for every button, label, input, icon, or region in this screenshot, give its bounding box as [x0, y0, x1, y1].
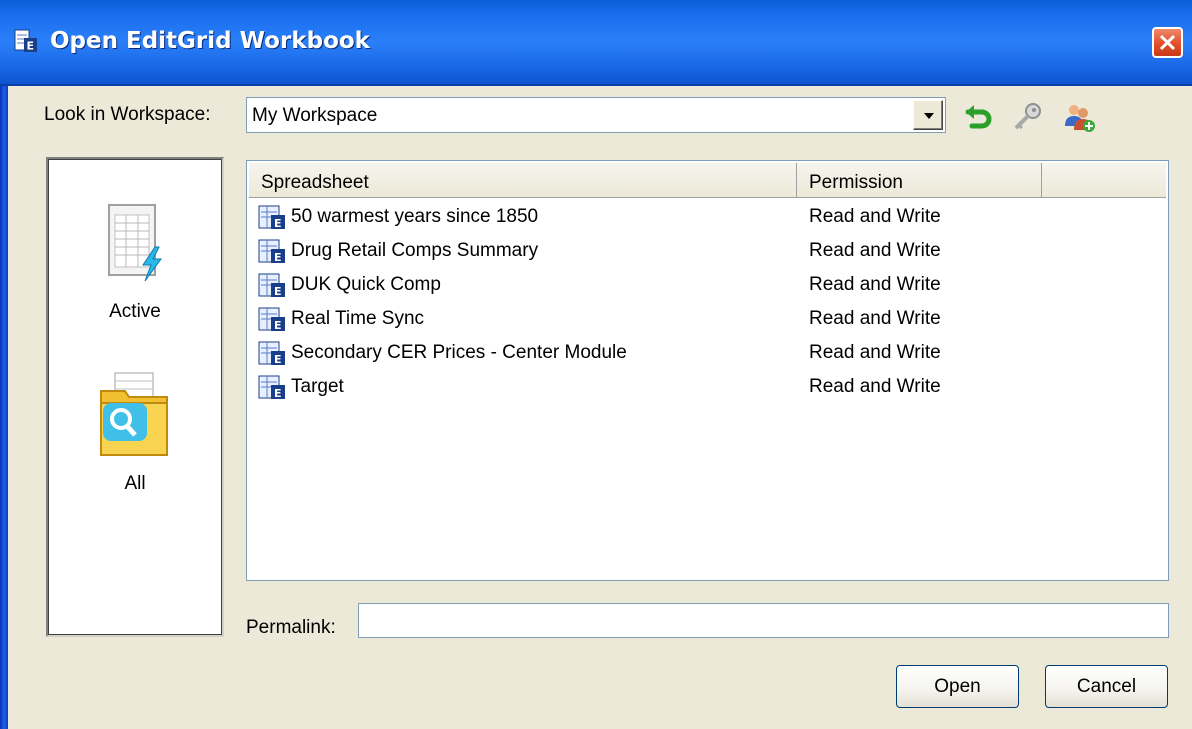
spreadsheet-permission: Read and Write — [809, 206, 941, 227]
users-icon — [1065, 105, 1095, 132]
spreadsheet-permission: Read and Write — [809, 308, 941, 329]
users-button[interactable] — [1062, 100, 1096, 134]
svg-text:E: E — [274, 319, 282, 332]
workspace-select[interactable]: My Workspace — [246, 97, 946, 133]
place-all[interactable]: All — [48, 369, 222, 495]
list-header: Spreadsheet Permission — [249, 163, 1166, 198]
table-row[interactable]: E DUK Quick Comp Read and Write — [247, 267, 1164, 301]
refresh-icon — [965, 105, 992, 129]
spreadsheet-file-icon: E — [257, 340, 287, 372]
folder-search-icon — [100, 372, 168, 456]
spreadsheet-file-icon: E — [257, 238, 287, 270]
spreadsheet-permission: Read and Write — [809, 240, 941, 261]
key-icon — [1014, 103, 1041, 130]
place-active-label: Active — [109, 301, 161, 322]
chevron-down-icon — [924, 113, 934, 119]
active-workbook-icon — [108, 204, 162, 282]
place-all-label: All — [124, 473, 146, 494]
spreadsheet-name: 50 warmest years since 1850 — [291, 206, 539, 227]
spreadsheet-list[interactable]: Spreadsheet Permission E 50 warmest year… — [246, 160, 1169, 581]
dropdown-button[interactable] — [913, 100, 943, 130]
table-row[interactable]: E Drug Retail Comps Summary Read and Wri… — [247, 233, 1164, 267]
refresh-button[interactable] — [962, 100, 996, 134]
svg-text:E: E — [274, 387, 282, 400]
column-header-spreadsheet[interactable]: Spreadsheet — [249, 163, 797, 197]
lookin-label: Look in Workspace: — [44, 104, 211, 125]
column-header-permission[interactable]: Permission — [797, 163, 1042, 197]
spreadsheet-name: Drug Retail Comps Summary — [291, 240, 539, 261]
svg-text:E: E — [274, 217, 282, 230]
spreadsheet-file-icon: E — [257, 272, 287, 304]
key-button[interactable] — [1010, 100, 1044, 134]
svg-text:E: E — [27, 40, 35, 53]
spreadsheet-name: Real Time Sync — [291, 308, 425, 329]
open-button[interactable]: Open — [896, 665, 1019, 708]
spreadsheet-permission: Read and Write — [809, 376, 941, 397]
workspace-select-value: My Workspace — [252, 105, 378, 126]
close-button[interactable] — [1152, 27, 1183, 58]
close-icon — [1159, 34, 1176, 51]
place-active[interactable]: Active — [48, 197, 222, 323]
places-panel: Active All — [46, 157, 224, 637]
svg-text:E: E — [274, 251, 282, 264]
table-row[interactable]: E Target Read and Write — [247, 369, 1164, 403]
svg-text:E: E — [274, 353, 282, 366]
spreadsheet-permission: Read and Write — [809, 274, 941, 295]
list-rows: E 50 warmest years since 1850 Read and W… — [247, 199, 1164, 403]
permalink-label: Permalink: — [246, 617, 336, 638]
editgrid-app-icon: E — [14, 29, 38, 53]
table-row[interactable]: E Real Time Sync Read and Write — [247, 301, 1164, 335]
title-bar[interactable]: E Open EditGrid Workbook — [0, 0, 1192, 86]
column-header-extra[interactable] — [1042, 163, 1166, 197]
spreadsheet-file-icon: E — [257, 204, 287, 236]
spreadsheet-permission: Read and Write — [809, 342, 941, 363]
spreadsheet-name: Secondary CER Prices - Center Module — [291, 342, 627, 363]
table-row[interactable]: E Secondary CER Prices - Center Module R… — [247, 335, 1164, 369]
spreadsheet-file-icon: E — [257, 306, 287, 338]
svg-text:E: E — [274, 285, 282, 298]
window-title: Open EditGrid Workbook — [50, 28, 370, 54]
spreadsheet-name: Target — [291, 376, 344, 397]
cancel-button[interactable]: Cancel — [1045, 665, 1168, 708]
spreadsheet-name: DUK Quick Comp — [291, 274, 441, 295]
spreadsheet-file-icon: E — [257, 374, 287, 406]
table-row[interactable]: E 50 warmest years since 1850 Read and W… — [247, 199, 1164, 233]
permalink-field[interactable] — [358, 603, 1169, 638]
window-frame — [0, 86, 8, 729]
